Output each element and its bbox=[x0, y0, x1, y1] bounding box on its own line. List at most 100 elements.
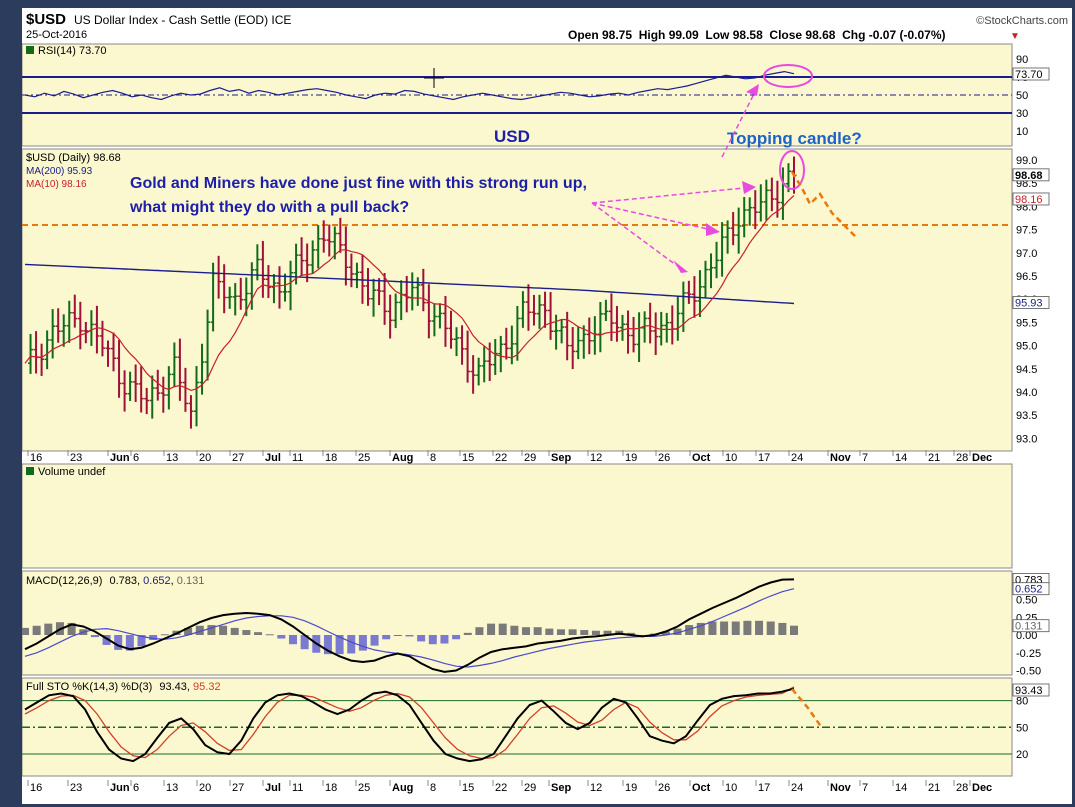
x-tick-label: 27 bbox=[232, 782, 244, 794]
brand-label: ©StockCharts.com bbox=[976, 15, 1068, 27]
rsi-current-label: 73.70 bbox=[1015, 69, 1043, 81]
rsi-tick-label: 90 bbox=[1016, 54, 1028, 66]
x-tick-label: 28 bbox=[956, 782, 968, 794]
macd-hist-bar bbox=[393, 635, 402, 636]
macd-hist-bar bbox=[358, 635, 367, 651]
x-tick-label: 16 bbox=[30, 452, 42, 464]
x-tick-label: Nov bbox=[830, 452, 852, 464]
macd-hist-bar bbox=[22, 627, 29, 635]
macd-hist-bar bbox=[556, 629, 565, 635]
macd-hist-bar bbox=[591, 630, 600, 635]
x-tick-label: Sep bbox=[551, 782, 571, 794]
price-tick-label: 93.5 bbox=[1016, 410, 1037, 422]
chart-header: $USD US Dollar Index - Cash Settle (EOD)… bbox=[26, 11, 1068, 42]
macd-hist-bar bbox=[720, 621, 729, 635]
price-tick-label: 95.0 bbox=[1016, 341, 1037, 353]
x-tick-label: 23 bbox=[70, 782, 82, 794]
x-tick-label: 25 bbox=[358, 452, 370, 464]
x-tick-label: 18 bbox=[325, 452, 337, 464]
macd-value-label: 0.652 bbox=[1015, 584, 1043, 596]
sto-current-label: 93.43 bbox=[1015, 685, 1043, 697]
x-tick-label: Nov bbox=[830, 782, 852, 794]
x-tick-label: 29 bbox=[524, 782, 536, 794]
stock-chart: $USD US Dollar Index - Cash Settle (EOD)… bbox=[22, 11, 1068, 794]
macd-hist-bar bbox=[580, 630, 589, 635]
x-tick-label: 19 bbox=[625, 452, 637, 464]
macd-hist-bar bbox=[277, 635, 286, 639]
chart-frame: $USD US Dollar Index - Cash Settle (EOD)… bbox=[22, 8, 1072, 804]
x-tick-label: 24 bbox=[791, 782, 803, 794]
x-tick-label: 16 bbox=[30, 782, 42, 794]
macd-hist-bar bbox=[370, 635, 379, 646]
close-price-label: 98.68 bbox=[1015, 170, 1043, 182]
macd-hist-bar bbox=[347, 635, 356, 654]
macd-hist-bar bbox=[731, 621, 740, 635]
macd-hist-bar bbox=[382, 635, 391, 640]
topping-label: Topping candle? bbox=[727, 129, 862, 148]
macd-legend-macd: 0.783 bbox=[109, 575, 137, 587]
x-tick-label: 8 bbox=[430, 782, 436, 794]
x-tick-label: Jul bbox=[265, 782, 281, 794]
macd-hist-bar bbox=[533, 627, 542, 635]
macd-hist-bar bbox=[545, 628, 554, 635]
sto-legend-d: 95.32 bbox=[193, 681, 221, 693]
x-tick-label: Sep bbox=[551, 452, 571, 464]
rsi-legend-swatch bbox=[26, 46, 34, 54]
macd-hist-bar bbox=[265, 634, 274, 636]
price-tick-label: 97.5 bbox=[1016, 225, 1037, 237]
x-tick-label: 15 bbox=[462, 782, 474, 794]
chart-date: 25-Oct-2016 bbox=[26, 29, 87, 41]
price-legend-ma10: MA(10) 98.16 bbox=[26, 179, 87, 190]
x-tick-label: 27 bbox=[232, 452, 244, 464]
x-tick-label: Oct bbox=[692, 782, 711, 794]
x-tick-label: 13 bbox=[166, 782, 178, 794]
macd-tick-label: 0.50 bbox=[1016, 595, 1037, 607]
price-tick-label: 99.0 bbox=[1016, 155, 1037, 167]
macd-hist-bar bbox=[160, 634, 169, 636]
x-tick-label: Jun bbox=[110, 452, 130, 464]
x-tick-label: 17 bbox=[758, 782, 770, 794]
macd-hist-bar bbox=[452, 635, 461, 640]
price-tick-label: 95.5 bbox=[1016, 317, 1037, 329]
macd-hist-bar bbox=[44, 623, 53, 635]
sto-legend-k: 93.43 bbox=[159, 681, 187, 693]
sto-tick-label: 80 bbox=[1016, 696, 1028, 708]
macd-hist-bar bbox=[766, 621, 775, 635]
price-panel-bg bbox=[22, 148, 1013, 452]
x-axis-top: 16 23 Jun 6 13 20 27 Jul 11 18 25 Aug 8 15 22 29 Sep 12 19… bbox=[27, 450, 992, 464]
macd-hist-bar bbox=[487, 623, 496, 635]
macd-hist-bar bbox=[114, 635, 123, 650]
sto-legend: Full STO %K(14,3) %D(3) 93.43, 95.32 bbox=[26, 681, 221, 693]
annotation-line-2: what might they do with a pull back? bbox=[129, 199, 409, 216]
volume-legend: Volume undef bbox=[38, 466, 106, 478]
macd-legend-signal: 0.652 bbox=[143, 575, 171, 587]
x-tick-label: 12 bbox=[590, 782, 602, 794]
rsi-tick-label: 10 bbox=[1016, 126, 1028, 138]
macd-tick-label: -0.50 bbox=[1016, 666, 1041, 678]
x-tick-label: Aug bbox=[392, 452, 413, 464]
volume-panel-bg bbox=[22, 463, 1013, 569]
macd-hist-bar bbox=[32, 625, 41, 635]
x-tick-label: Jul bbox=[265, 452, 281, 464]
price-legend-main: $USD (Daily) 98.68 bbox=[26, 152, 121, 164]
x-tick-label: Oct bbox=[692, 452, 711, 464]
x-tick-label: 23 bbox=[70, 452, 82, 464]
macd-tick-label: -0.25 bbox=[1016, 648, 1041, 660]
ma10-value-label: 98.16 bbox=[1015, 194, 1043, 206]
macd-hist-bar bbox=[90, 635, 99, 638]
macd-hist-bar bbox=[288, 635, 297, 645]
macd-hist-bar bbox=[498, 623, 507, 635]
x-tick-label: 7 bbox=[862, 782, 868, 794]
x-tick-label: Dec bbox=[972, 452, 992, 464]
x-tick-label: 10 bbox=[725, 452, 737, 464]
macd-hist-bar bbox=[755, 620, 764, 635]
macd-hist-bar bbox=[790, 625, 798, 635]
macd-legend-prefix: MACD(12,26,9) bbox=[26, 575, 102, 587]
ma200-value-label: 95.93 bbox=[1015, 297, 1043, 309]
x-tick-label: 8 bbox=[430, 452, 436, 464]
rsi-tick-label: 50 bbox=[1016, 90, 1028, 102]
macd-hist-bar bbox=[743, 620, 752, 635]
x-tick-label: 19 bbox=[625, 782, 637, 794]
x-tick-label: 17 bbox=[758, 452, 770, 464]
volume-panel: Volume undef bbox=[22, 463, 1013, 569]
